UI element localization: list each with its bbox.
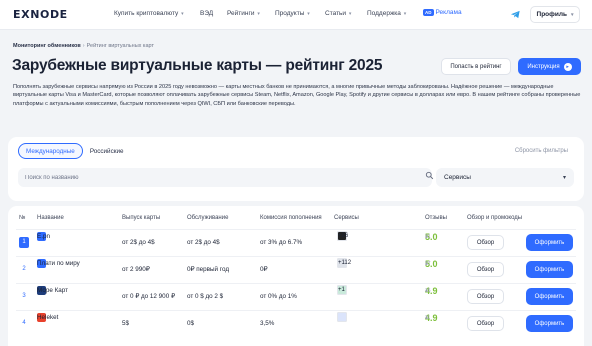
order-button[interactable]: Оформить	[526, 234, 573, 251]
search-input[interactable]	[18, 168, 432, 187]
more-services-count[interactable]: +112	[338, 260, 351, 266]
get-in-rating-button[interactable]: Попасть в рейтинг	[441, 58, 511, 75]
review-count: 27	[425, 261, 431, 267]
breadcrumb-root[interactable]: Мониторинг обменников	[13, 43, 81, 49]
row-issue: от 2$ до 4$	[122, 239, 155, 246]
breadcrumb: Мониторинг обменников › Рейтинг виртуальны…	[13, 43, 154, 49]
review-button[interactable]: Обзор	[467, 289, 504, 304]
row-rank: 4	[22, 320, 26, 326]
row-name: E.pn	[37, 232, 50, 240]
more-services-count[interactable]: +1	[338, 287, 345, 293]
telegram-icon[interactable]	[509, 9, 521, 21]
col-num: №	[19, 215, 26, 221]
nav-item-articles[interactable]: Статьи ▾	[325, 10, 351, 17]
nav-label: Купить криптовалюту	[114, 10, 179, 17]
row-service: от 0 $ до 2 $	[187, 293, 224, 300]
chevron-down-icon: ▾	[307, 11, 310, 17]
nav-label: Статьи	[325, 10, 347, 17]
row-rank: 2	[22, 266, 26, 272]
review-count: 21	[425, 234, 431, 240]
tab-international[interactable]: Международные	[18, 143, 83, 159]
instruction-button[interactable]: Инструкция ▸	[518, 58, 581, 75]
row-name: Плати по миру	[37, 259, 80, 267]
order-button[interactable]: Оформить	[526, 288, 573, 305]
nav-item-buy-crypto[interactable]: Купить криптовалюту ▾	[114, 10, 184, 17]
page-title: Зарубежные виртуальные карты — рейтинг 2…	[12, 57, 383, 74]
top-navigation-bar: EXNODE Купить криптовалюту ▾ ВЭД Рейтинг…	[0, 0, 592, 30]
order-button[interactable]: Оформить	[526, 315, 573, 332]
ad-badge: AD	[423, 9, 434, 16]
row-service: от 2$ до 4$	[187, 239, 220, 246]
reset-filters-link[interactable]: Сбросить фильтры	[515, 148, 568, 154]
table-row: 2 Плати по миру от 2 990₽ 0₽ первый год …	[8, 257, 584, 283]
row-topup: 0₽	[260, 266, 268, 273]
breadcrumb-separator: ›	[82, 43, 85, 49]
row-issue: от 2 990₽	[122, 266, 150, 273]
row-issue: 5$	[122, 320, 130, 327]
nav-item-ratings[interactable]: Рейтинги ▾	[227, 10, 260, 17]
tab-russian[interactable]: Российские	[83, 143, 131, 159]
profile-label: Профиль	[536, 11, 567, 18]
col-topup: Комиссия пополнения	[260, 215, 322, 221]
nav-label: ВЭД	[200, 10, 214, 17]
more-services-count[interactable]: +26	[338, 233, 348, 239]
services-select[interactable]: Сервисы ▾	[436, 168, 574, 187]
nav-label: Поддержка	[367, 10, 401, 17]
profile-button[interactable]: Профиль ▾	[530, 6, 580, 23]
order-button[interactable]: Оформить	[526, 261, 573, 278]
ad-label: Реклама	[435, 9, 462, 16]
review-count: 11	[425, 315, 431, 321]
row-rank: 1	[19, 237, 29, 248]
review-count: 15	[425, 288, 431, 294]
table-row: 4 Heleket 5$ 0$ 3,5% 4.9 ● 11 Обзор Офор…	[8, 311, 584, 337]
table-row: 3 Море Карт от 0 ₽ до 12 900 ₽ от 0 $ до…	[8, 284, 584, 310]
row-topup: от 0% до 1%	[260, 293, 297, 300]
col-service: Обслуживание	[187, 215, 229, 221]
table-row: 1 E.pn от 2$ до 4$ от 2$ до 4$ от 3% до …	[8, 230, 584, 256]
region-tabs: Международные Российские	[18, 143, 131, 159]
nav-item-products[interactable]: Продукты ▾	[275, 10, 310, 17]
row-name: Море Карт	[37, 286, 68, 294]
row-topup: 3,5%	[260, 320, 275, 327]
row-service: 0$	[187, 320, 195, 327]
nav-item-support[interactable]: Поддержка ▾	[367, 10, 406, 17]
col-name: Название	[37, 215, 64, 221]
nav-label: Рейтинги	[227, 10, 255, 17]
col-reviews: Отзывы	[425, 215, 447, 221]
col-issue: Выпуск карты	[122, 215, 161, 221]
search-icon	[425, 171, 434, 182]
instruction-label: Инструкция	[527, 63, 560, 70]
ad-link[interactable]: AD Реклама	[423, 9, 462, 16]
row-service: 0₽ первый год	[187, 266, 230, 273]
row-rank: 3	[22, 293, 26, 299]
services-select-label: Сервисы	[444, 174, 471, 181]
intro-text: Пополнять зарубежные сервисы напрямую из…	[13, 84, 581, 107]
service-icon	[337, 312, 347, 322]
chevron-down-icon: ▾	[562, 175, 566, 181]
breadcrumb-current: Рейтинг виртуальных карт	[86, 43, 154, 49]
review-button[interactable]: Обзор	[467, 235, 504, 250]
chevron-down-icon: ▾	[570, 11, 574, 18]
chevron-down-icon: ▾	[348, 11, 352, 17]
review-button[interactable]: Обзор	[467, 316, 504, 331]
ratings-table: № Название Выпуск карты Обслуживание Ком…	[8, 206, 584, 346]
logo[interactable]: EXNODE	[13, 8, 68, 21]
chevron-down-icon: ▾	[403, 11, 407, 17]
row-name: Heleket	[37, 313, 59, 321]
col-actions: Обзор и промокоды	[467, 215, 523, 221]
chevron-down-icon: ▾	[181, 11, 184, 17]
nav-item-ved[interactable]: ВЭД	[200, 10, 213, 17]
row-topup: от 3% до 6.7%	[260, 239, 303, 246]
table-header: № Название Выпуск карты Обслуживание Ком…	[8, 215, 584, 225]
play-icon: ▸	[563, 62, 572, 71]
col-services: Сервисы	[334, 215, 359, 221]
row-issue: от 0 ₽ до 12 900 ₽	[122, 293, 175, 300]
nav-label: Продукты	[275, 10, 305, 17]
filter-panel: Международные Российские Сбросить фильтр…	[8, 137, 584, 201]
review-button[interactable]: Обзор	[467, 262, 504, 277]
chevron-down-icon: ▾	[257, 11, 260, 17]
